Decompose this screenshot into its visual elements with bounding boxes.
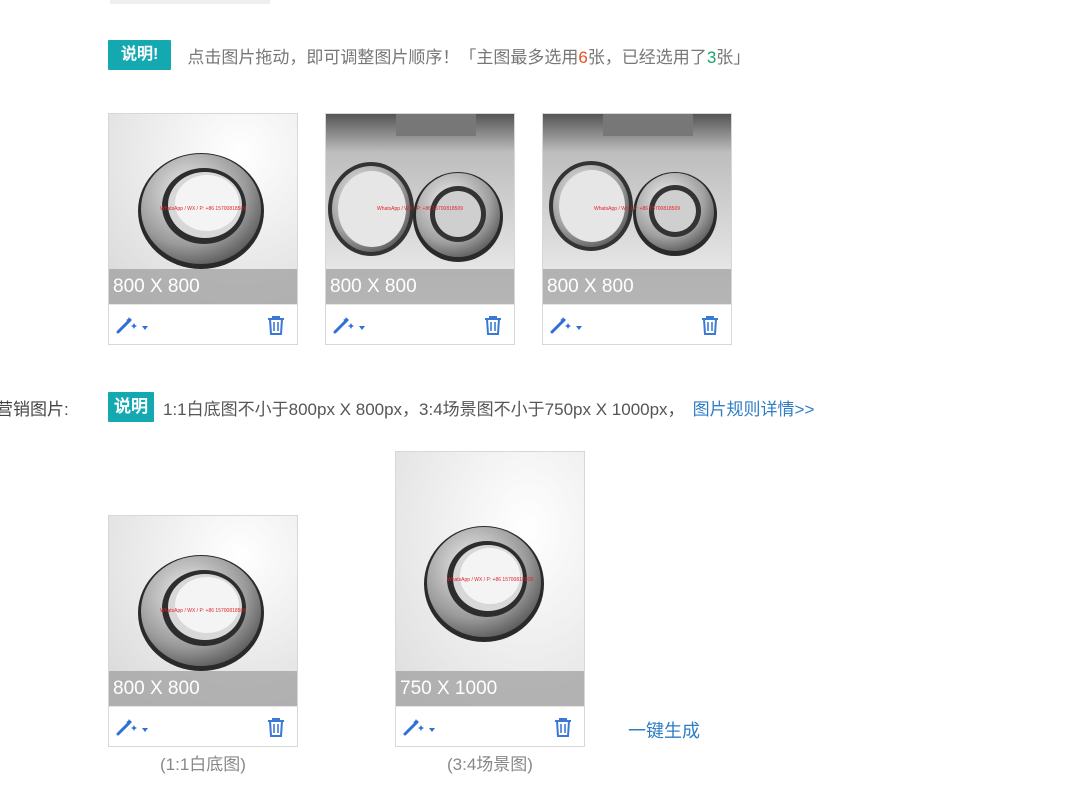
image-size-label: 800 X 800 xyxy=(109,269,297,304)
one-click-generate-link[interactable]: 一键生成 xyxy=(628,717,700,743)
marketing-images-label: 营销图片: xyxy=(0,400,69,419)
notice-message: 点击图片拖动，即可调整图片顺序！「主图最多选用6张，已经选用了3张」 xyxy=(187,43,750,68)
image-toolbar xyxy=(396,706,584,746)
image-toolbar xyxy=(543,304,731,344)
marketing-rules: 说明 1:1白底图不小于800px X 800px，3:4场景图不小于750px… xyxy=(108,392,814,422)
watermark-text: WhatsApp / WX / P: +86 15700818509 xyxy=(160,206,246,212)
notice-text-mid: 张，已经选用了 xyxy=(587,47,707,67)
product-photo[interactable]: WhatsApp / WX / P: +86 15700818509 800 X… xyxy=(109,114,297,304)
main-image-card[interactable]: WhatsApp / WX / P: +86 15700818509 800 X… xyxy=(542,113,732,345)
image-size-label: 750 X 1000 xyxy=(396,671,584,706)
magic-wand-icon[interactable] xyxy=(549,315,585,335)
used-image-count: 3 xyxy=(706,47,717,67)
image-size-label: 800 X 800 xyxy=(326,269,514,304)
notice-text-prefix: 点击图片拖动，即可调整图片顺序！「主图最多选用 xyxy=(187,47,579,67)
trash-icon[interactable] xyxy=(265,314,287,336)
main-image-card[interactable]: WhatsApp / WX / P: +86 15700818509 800 X… xyxy=(325,113,515,345)
watermark-text: WhatsApp / WX / P: +86 15700818509 xyxy=(377,206,463,212)
drag-notice: 说明! 点击图片拖动，即可调整图片顺序！「主图最多选用6张，已经选用了3张」 xyxy=(108,40,750,70)
magic-wand-icon[interactable] xyxy=(115,315,151,335)
watermark-text: WhatsApp / WX / P: +86 15700818509 xyxy=(447,577,533,583)
image-toolbar xyxy=(326,304,514,344)
main-image-card[interactable]: WhatsApp / WX / P: +86 15700818509 800 X… xyxy=(108,113,298,345)
product-photo[interactable]: WhatsApp / WX / P: +86 15700818509 800 X… xyxy=(109,516,297,706)
image-toolbar xyxy=(109,304,297,344)
trash-icon[interactable] xyxy=(482,314,504,336)
max-image-count: 6 xyxy=(578,47,588,67)
notice-badge: 说明! xyxy=(108,40,172,70)
image-toolbar xyxy=(109,706,297,746)
trash-icon[interactable] xyxy=(265,716,287,738)
image-size-label: 800 X 800 xyxy=(543,269,731,304)
magic-wand-icon[interactable] xyxy=(115,717,151,737)
product-photo[interactable]: WhatsApp / WX / P: +86 15700818509 800 X… xyxy=(326,114,514,304)
bearing-photo: WhatsApp / WX / P: +86 15700818509 xyxy=(396,452,584,706)
square-image-caption: (1:1白底图) xyxy=(160,755,246,774)
magic-wand-icon[interactable] xyxy=(402,717,438,737)
notice-text-suffix: 张」 xyxy=(716,47,751,67)
marketing-image-card-square[interactable]: WhatsApp / WX / P: +86 15700818509 800 X… xyxy=(108,515,298,747)
top-divider xyxy=(110,0,270,4)
watermark-text: WhatsApp / WX / P: +86 15700818509 xyxy=(160,608,246,614)
trash-icon[interactable] xyxy=(699,314,721,336)
watermark-text: WhatsApp / WX / P: +86 15700818509 xyxy=(594,206,680,212)
marketing-badge: 说明 xyxy=(108,392,154,422)
marketing-image-card-portrait[interactable]: WhatsApp / WX / P: +86 15700818509 750 X… xyxy=(395,451,585,747)
magic-wand-icon[interactable] xyxy=(332,315,368,335)
marketing-rule-text: 1:1白底图不小于800px X 800px，3:4场景图不小于750px X … xyxy=(163,399,685,419)
image-size-label: 800 X 800 xyxy=(109,671,297,706)
portrait-image-caption: (3:4场景图) xyxy=(447,755,533,774)
image-rules-link[interactable]: 图片规则详情>> xyxy=(693,395,815,420)
product-photo[interactable]: WhatsApp / WX / P: +86 15700818509 800 X… xyxy=(543,114,731,304)
trash-icon[interactable] xyxy=(552,716,574,738)
product-photo[interactable]: WhatsApp / WX / P: +86 15700818509 750 X… xyxy=(396,452,584,706)
